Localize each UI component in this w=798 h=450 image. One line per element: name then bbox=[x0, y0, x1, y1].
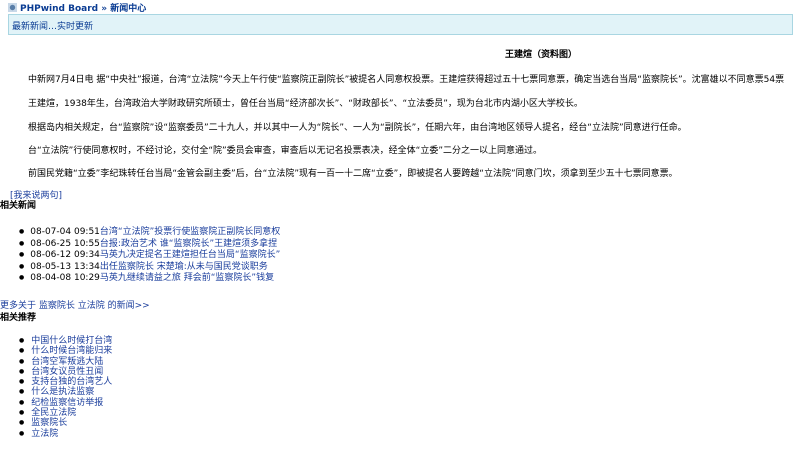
news-link[interactable]: 台报:政治艺术 谁“监察院长”王建煊须多拿捏 bbox=[100, 239, 277, 249]
list-item: 08-06-12 09:34马英九决定提名王建煊担任台当局“监察院长” bbox=[19, 249, 280, 261]
list-item: 台湾女议员性丑闻 bbox=[19, 367, 112, 377]
list-item: 支持台独的台湾艺人 bbox=[19, 377, 112, 387]
related-recommend-list: 中国什么时候打台湾 什么时候台湾能归来 台湾空军叛逃大陆 台湾女议员性丑闻 支持… bbox=[19, 336, 112, 439]
site-logo-icon bbox=[8, 3, 17, 12]
news-date: 08-06-12 09:34 bbox=[30, 250, 100, 260]
news-link[interactable]: 台湾“立法院”投票行使监察院正副院长同意权 bbox=[100, 227, 280, 237]
news-date: 08-06-25 10:55 bbox=[30, 238, 100, 249]
recommend-link[interactable]: 全民立法院 bbox=[31, 408, 76, 418]
news-date: 08-07-04 09:51 bbox=[30, 227, 100, 237]
article-paragraph: 中新网7月4日电 据“中央社”报道，台湾“立法院”今天上午行使“监察院正副院长”… bbox=[28, 75, 785, 85]
list-item: 08-05-13 13:34出任监察院长 宋楚瑜:从未与国民党谈职务 bbox=[19, 261, 280, 273]
news-link[interactable]: 出任监察院长 宋楚瑜:从未与国民党谈职务 bbox=[100, 262, 268, 272]
article-paragraph: 根据岛内相关规定，台“监察院”设“监察委员”二十九人，并以其中一人为“院长”、一… bbox=[28, 123, 687, 133]
list-item: 监察院长 bbox=[19, 418, 112, 428]
breadcrumb: PHPwind Board » 新闻中心 bbox=[8, 1, 146, 14]
breadcrumb-site-link[interactable]: PHPwind Board bbox=[20, 4, 98, 14]
top-bar: PHPwind Board » 新闻中心 bbox=[0, 0, 798, 14]
recommend-link[interactable]: 立法院 bbox=[31, 429, 58, 439]
list-item: 08-04-08 10:29马英九继续请益之旅 拜会前“监察院长”钱复 bbox=[19, 272, 280, 284]
related-recommend-title: 相关推荐 bbox=[0, 313, 37, 323]
more-news-link[interactable]: 的新闻>> bbox=[108, 301, 150, 311]
list-item: 08-06-25 10:55台报:政治艺术 谁“监察院长”王建煊须多拿捏 bbox=[19, 238, 280, 250]
news-link[interactable]: 马英九继续请益之旅 拜会前“监察院长”钱复 bbox=[100, 273, 274, 283]
article-paragraph: 前国民党籍“立委”李纪珠转任台当局“金管会副主委”后，台“立法院”现有一百一十二… bbox=[28, 169, 678, 179]
breadcrumb-separator: » bbox=[101, 4, 108, 14]
recommend-link[interactable]: 中国什么时候打台湾 bbox=[31, 336, 112, 346]
list-item: 立法院 bbox=[19, 429, 112, 439]
more-news-keywords[interactable]: 监察院长 立法院 bbox=[39, 301, 105, 311]
recommend-link[interactable]: 监察院长 bbox=[31, 418, 67, 428]
recommend-link[interactable]: 什么是执法监察 bbox=[31, 387, 94, 397]
article-paragraph: 台“立法院”行使同意权时，不经讨论，交付全“院”委员会审查，审查后以无记名投票表… bbox=[28, 146, 542, 156]
related-news-list: 08-07-04 09:51台湾“立法院”投票行使监察院正副院长同意权 08-0… bbox=[19, 226, 280, 284]
article-paragraph: 王建煊，1938年生，台湾政治大学财政研究所硕士，曾任台当局“经济部次长”、“财… bbox=[28, 99, 583, 109]
recommend-link[interactable]: 什么时候台湾能归来 bbox=[31, 346, 112, 356]
list-item: 中国什么时候打台湾 bbox=[19, 336, 112, 346]
list-item: 什么是执法监察 bbox=[19, 387, 112, 397]
list-item: 什么时候台湾能归来 bbox=[19, 346, 112, 356]
list-item: 纪检监察信访举报 bbox=[19, 398, 112, 408]
list-item: 08-07-04 09:51台湾“立法院”投票行使监察院正副院长同意权 bbox=[19, 226, 280, 238]
image-caption: 王建煊（资料图） bbox=[505, 50, 578, 60]
list-item: 台湾空军叛逃大陆 bbox=[19, 357, 112, 367]
recommend-link[interactable]: 纪检监察信访举报 bbox=[31, 398, 103, 408]
recommend-link[interactable]: 台湾女议员性丑闻 bbox=[31, 367, 103, 377]
news-link[interactable]: 马英九决定提名王建煊担任台当局“监察院长” bbox=[100, 250, 280, 260]
breadcrumb-current: 新闻中心 bbox=[110, 4, 147, 14]
section-subtitle: 最新新闻…实时更新 bbox=[12, 22, 94, 32]
section-subtitle-bar: 最新新闻…实时更新 bbox=[8, 14, 793, 35]
related-news-title: 相关新闻 bbox=[0, 201, 37, 211]
recommend-link[interactable]: 台湾空军叛逃大陆 bbox=[31, 357, 103, 367]
news-date: 08-04-08 10:29 bbox=[30, 273, 100, 283]
list-item: 全民立法院 bbox=[19, 408, 112, 418]
recommend-link[interactable]: 支持台独的台湾艺人 bbox=[31, 377, 112, 387]
news-date: 08-05-13 13:34 bbox=[30, 261, 100, 272]
